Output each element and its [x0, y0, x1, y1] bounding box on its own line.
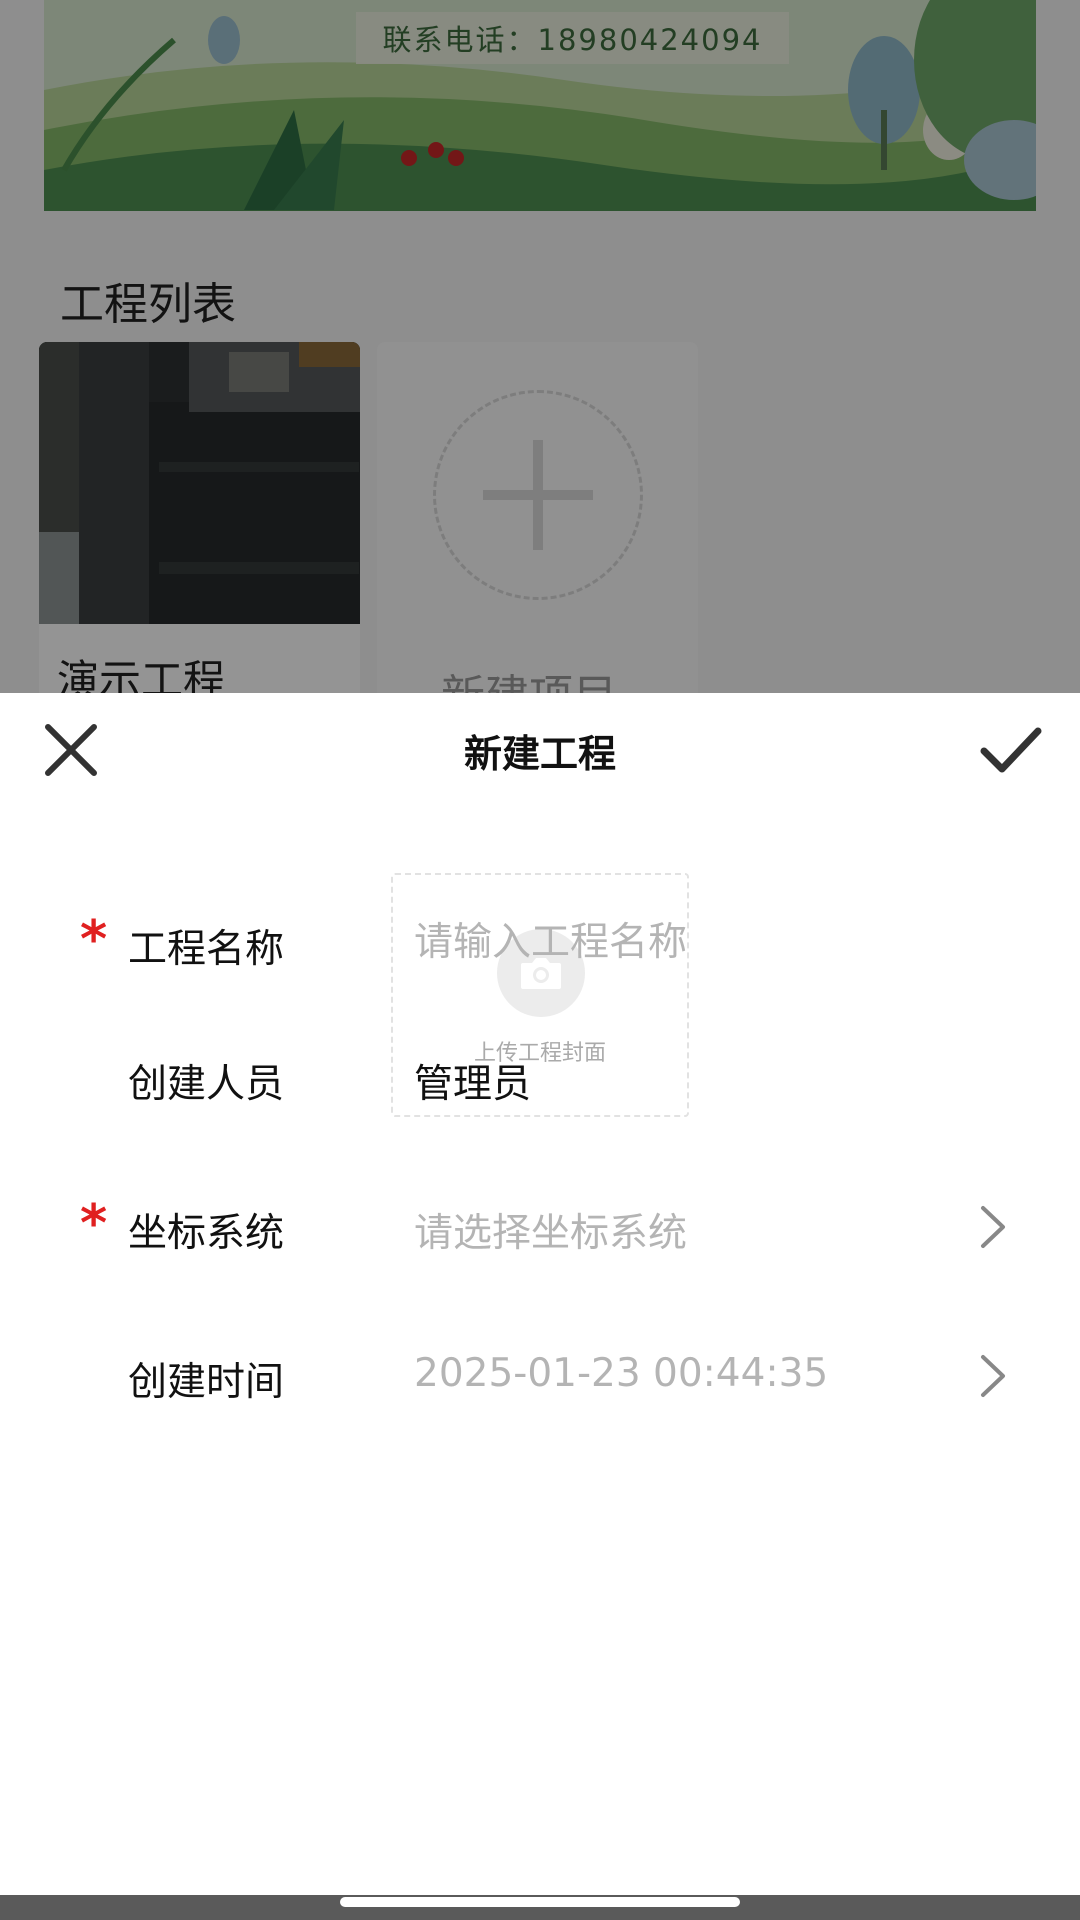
- form-row-project-name: * 工程名称: [0, 888, 1080, 998]
- confirm-button[interactable]: [978, 719, 1044, 781]
- coordinate-system-select[interactable]: 请选择坐标系统: [414, 1202, 687, 1258]
- project-name-label: 工程名称: [128, 927, 285, 972]
- project-list-page: 联系电话：18980424094 工程列表 演示工程 新建项目: [0, 0, 1080, 722]
- chevron-right-icon[interactable]: [975, 1202, 1011, 1252]
- new-project-sheet: 新建工程 上传工程封面 * 工程名称 创建人员 管理员 * 坐标系统 请选择坐标…: [0, 693, 1080, 1895]
- created-time-value[interactable]: 2025-01-23 00:44:35: [414, 1351, 828, 1396]
- system-navigation-bar: [0, 1895, 1080, 1920]
- chevron-right-icon[interactable]: [975, 1351, 1011, 1401]
- sheet-header: 新建工程: [0, 693, 1080, 805]
- form-row-coordinate-system[interactable]: * 坐标系统 请选择坐标系统: [0, 1172, 1080, 1282]
- creator-value: 管理员: [414, 1062, 532, 1107]
- check-icon: [980, 727, 1042, 773]
- home-indicator[interactable]: [340, 1897, 740, 1907]
- created-time-label: 创建时间: [128, 1360, 285, 1405]
- modal-overlay[interactable]: [0, 0, 1080, 700]
- required-marker: *: [80, 910, 108, 970]
- form-row-creator: 创建人员 管理员: [0, 1023, 1080, 1133]
- form-row-created-time[interactable]: 创建时间 2025-01-23 00:44:35: [0, 1321, 1080, 1431]
- required-marker: *: [80, 1194, 108, 1254]
- project-name-input[interactable]: [414, 910, 1014, 974]
- creator-label: 创建人员: [128, 1062, 285, 1107]
- sheet-title: 新建工程: [463, 732, 616, 776]
- coordinate-system-label: 坐标系统: [128, 1211, 285, 1256]
